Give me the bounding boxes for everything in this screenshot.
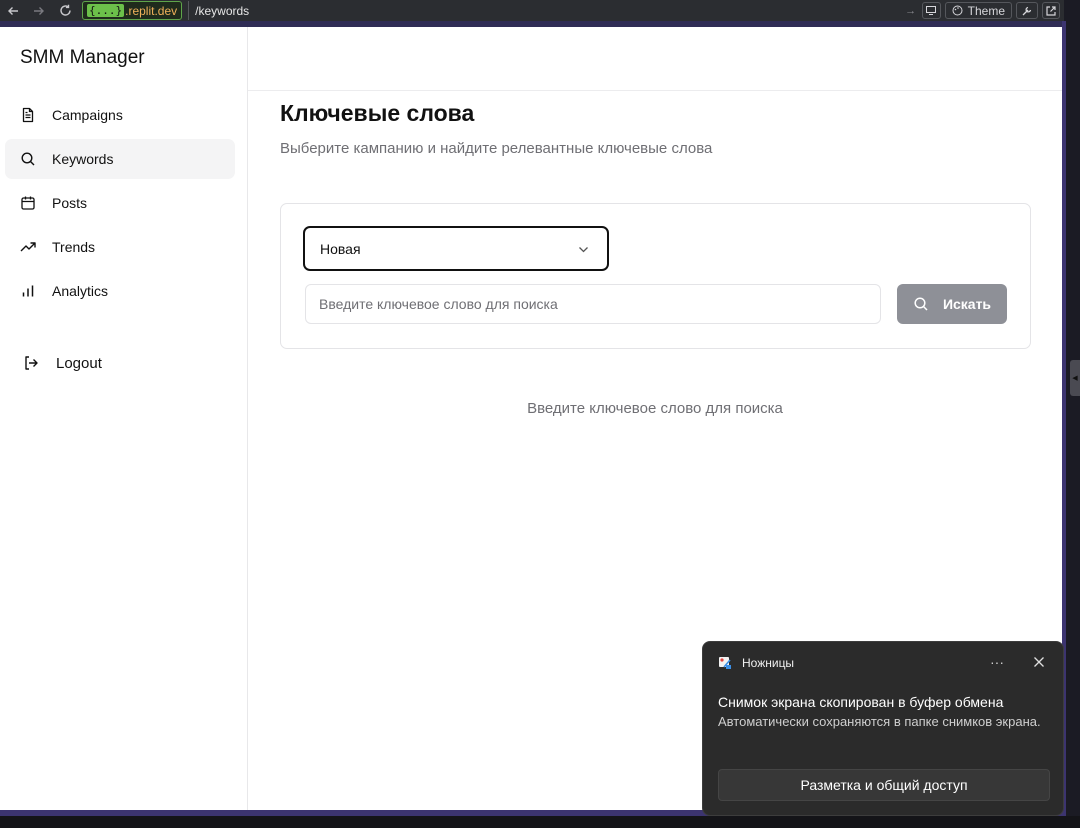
go-arrow-icon[interactable]: → [900,5,922,17]
panel-collapse-handle[interactable]: ◀ [1070,360,1080,396]
url-host: .replit.dev [125,3,178,18]
reload-icon[interactable] [52,0,78,21]
sidebar-item-campaigns[interactable]: Campaigns [5,95,235,135]
empty-state-text: Введите ключевое слово для поиска [527,400,783,417]
search-button[interactable]: Искать [897,284,1007,324]
campaign-select[interactable]: Новая [303,226,609,271]
campaign-select-value: Новая [320,240,361,257]
monitor-icon[interactable] [921,2,941,19]
markup-and-share-button[interactable]: Разметка и общий доступ [718,769,1050,801]
search-card: Новая Искать [280,203,1031,349]
screen: {...} .replit.dev /keywords → Theme SMM … [0,0,1080,828]
sidebar-item-label: Analytics [52,283,109,299]
url-domain[interactable]: {...} .replit.dev [82,1,183,20]
more-options-icon[interactable]: ··· [990,654,1004,670]
sidebar-item-keywords[interactable]: Keywords [5,139,235,179]
page-title: Ключевые слова [280,100,475,126]
logout-label: Logout [56,354,102,372]
sidebar-item-analytics[interactable]: Analytics [5,271,235,311]
close-icon[interactable] [1033,656,1045,668]
theme-button[interactable]: Theme [944,2,1012,19]
logout-icon [25,356,38,370]
wrench-icon[interactable] [1016,2,1038,19]
keyword-search-input[interactable] [305,284,881,324]
sidebar-item-trends[interactable]: Trends [5,227,235,267]
chevron-down-icon [579,247,588,253]
logout-button[interactable]: Logout [5,343,235,383]
notification-toast: Ножницы ··· Снимок экрана скопирован в б… [702,641,1064,816]
page-subtitle: Выберите кампанию и найдите релевантные … [280,140,713,157]
sidebar-item-label: Keywords [52,151,114,167]
sidebar-item-label: Trends [52,239,96,255]
toast-app-name: Ножницы [742,656,795,670]
trending-up-icon [20,242,36,252]
search-button-label: Искать [942,296,992,312]
palette-icon [952,5,963,16]
url-braces: {...} [87,4,125,17]
theme-label: Theme [967,3,1005,18]
file-text-icon [22,107,34,123]
search-icon [914,297,928,311]
brand-title: SMM Manager [20,47,145,68]
sidebar-item-label: Posts [52,195,88,211]
search-icon [21,152,35,166]
forward-arrow-icon[interactable] [26,0,52,21]
sidebar-item-posts[interactable]: Posts [5,183,235,223]
browser-toolbar: {...} .replit.dev /keywords → Theme [0,0,1064,21]
external-link-icon[interactable] [1042,2,1060,19]
url-path[interactable]: /keywords [188,1,899,20]
toast-body: Автоматически сохраняются в папке снимко… [718,714,1041,729]
top-header [248,27,1062,91]
taskbar-strip [0,816,1080,828]
sidebar: SMM Manager Campaigns Keywords Posts Tre… [0,27,248,810]
back-arrow-icon[interactable] [0,0,26,21]
snipping-tool-icon [719,657,731,669]
toast-app-header: Ножницы [718,656,794,670]
sidebar-item-label: Campaigns [52,107,123,123]
calendar-icon [21,196,35,210]
bar-chart-icon [22,285,34,297]
toast-title: Снимок экрана скопирован в буфер обмена [718,694,1004,710]
